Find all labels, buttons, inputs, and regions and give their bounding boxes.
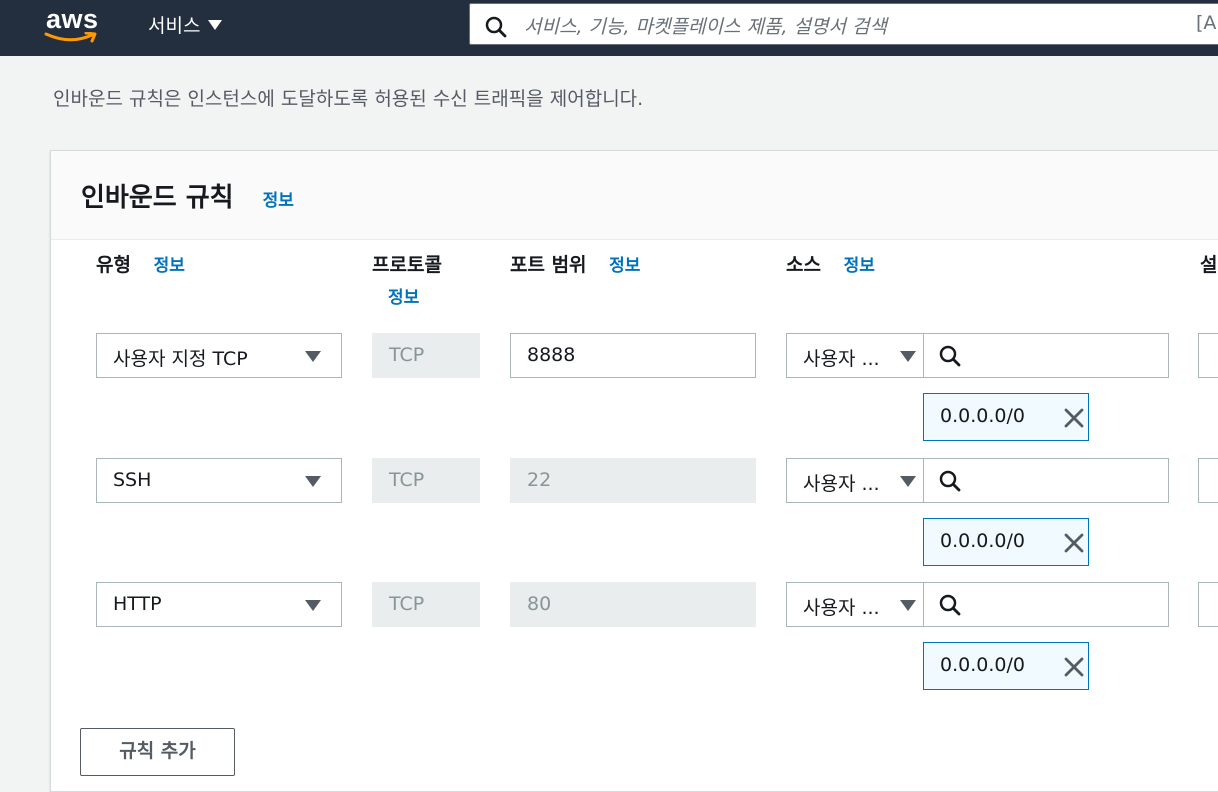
column-header-port: 포트 범위 정보 [510, 250, 640, 277]
top-nav-bar: aws 서비스 서비스, 기능, 마켓플레이스 제품, 설명서 검색 [A [0, 0, 1218, 56]
search-placeholder: 서비스, 기능, 마켓플레이스 제품, 설명서 검색 [524, 16, 887, 38]
column-header-protocol: 프로토콜 정보 [372, 250, 442, 308]
rule-port-input: 80 [510, 582, 756, 627]
rule-description-input[interactable] [1198, 333, 1218, 378]
panel-title: 인바운드 규칙 정보 [81, 177, 294, 214]
rule-type-select[interactable]: HTTP [96, 582, 342, 627]
intro-text: 인바운드 규칙은 인스턴스에 도달하도록 허용된 수신 트래픽을 제어합니다. [53, 88, 644, 110]
source-cidr-value: 0.0.0.0/0 [940, 654, 1025, 676]
search-icon [939, 594, 961, 616]
port-info-link[interactable]: 정보 [609, 256, 640, 276]
type-info-link[interactable]: 정보 [154, 256, 185, 276]
close-icon[interactable] [1062, 531, 1086, 555]
column-header-source-label: 소스 [786, 254, 821, 276]
source-cidr-token: 0.0.0.0/0 [923, 393, 1089, 441]
rule-protocol-field: TCP [372, 458, 480, 503]
rule-source-type-select[interactable]: 사용자 ... [786, 333, 924, 378]
add-rule-button[interactable]: 규칙 추가 [80, 728, 235, 776]
search-icon [485, 16, 507, 38]
rule-protocol-field: TCP [372, 333, 480, 378]
global-search-input[interactable]: 서비스, 기능, 마켓플레이스 제품, 설명서 검색 [A [469, 3, 1218, 45]
protocol-info-link[interactable]: 정보 [388, 283, 442, 308]
caret-down-icon [305, 476, 321, 487]
rule-type-select[interactable]: SSH [96, 458, 342, 503]
search-icon [939, 470, 961, 492]
rule-protocol-field: TCP [372, 582, 480, 627]
aws-smile-icon [44, 32, 97, 43]
rule-protocol-value: TCP [389, 593, 425, 615]
title-info-link[interactable]: 정보 [263, 191, 294, 211]
aws-logo-text: aws [46, 4, 99, 34]
column-header-port-label: 포트 범위 [510, 254, 587, 276]
rule-source-search-input[interactable] [923, 458, 1169, 503]
column-header-description: 설 [1200, 254, 1218, 276]
rule-port-value: 8888 [527, 344, 576, 366]
rule-protocol-value: TCP [389, 469, 425, 491]
column-header-type-label: 유형 [96, 254, 131, 276]
caret-down-icon [305, 600, 321, 611]
caret-down-icon [900, 600, 916, 611]
caret-down-icon [305, 351, 321, 362]
column-header-source: 소스 정보 [786, 250, 875, 277]
rule-source-type-value: 사용자 ... [803, 597, 880, 619]
caret-down-icon [900, 476, 916, 487]
source-cidr-token: 0.0.0.0/0 [923, 642, 1089, 690]
panel-title-text: 인바운드 규칙 [81, 183, 234, 213]
rule-port-value: 22 [527, 469, 552, 491]
rule-port-value: 80 [527, 593, 552, 615]
rule-source-type-value: 사용자 ... [803, 348, 880, 370]
close-icon[interactable] [1062, 406, 1086, 430]
rule-type-select[interactable]: 사용자 지정 TCP [96, 333, 342, 378]
column-header-type: 유형 정보 [96, 250, 185, 277]
rule-type-value: HTTP [113, 593, 162, 615]
aws-logo[interactable]: aws [44, 4, 100, 44]
rule-port-input: 22 [510, 458, 756, 503]
close-icon[interactable] [1062, 655, 1086, 679]
rule-description-input[interactable] [1198, 582, 1218, 627]
rule-description-input[interactable] [1198, 458, 1218, 503]
caret-down-icon [208, 20, 223, 30]
rule-protocol-value: TCP [389, 344, 425, 366]
rule-type-value: 사용자 지정 TCP [113, 348, 248, 370]
rule-source-type-value: 사용자 ... [803, 473, 880, 495]
services-label: 서비스 [148, 15, 201, 37]
rule-source-type-select[interactable]: 사용자 ... [786, 582, 924, 627]
rule-source-search-input[interactable] [923, 333, 1169, 378]
rule-type-value: SSH [113, 469, 152, 491]
panel-header: 인바운드 규칙 정보 [51, 151, 1218, 240]
column-header-protocol-label: 프로토콜 [372, 254, 442, 276]
caret-down-icon [900, 351, 916, 362]
rule-port-input[interactable]: 8888 [510, 333, 756, 378]
source-info-link[interactable]: 정보 [844, 256, 875, 276]
rule-source-type-select[interactable]: 사용자 ... [786, 458, 924, 503]
source-cidr-value: 0.0.0.0/0 [940, 405, 1025, 427]
search-icon [939, 345, 961, 367]
rule-source-search-input[interactable] [923, 582, 1169, 627]
source-cidr-value: 0.0.0.0/0 [940, 530, 1025, 552]
services-menu[interactable]: 서비스 [148, 11, 223, 38]
search-shortcut-hint: [A [1196, 12, 1217, 34]
source-cidr-token: 0.0.0.0/0 [923, 518, 1089, 566]
